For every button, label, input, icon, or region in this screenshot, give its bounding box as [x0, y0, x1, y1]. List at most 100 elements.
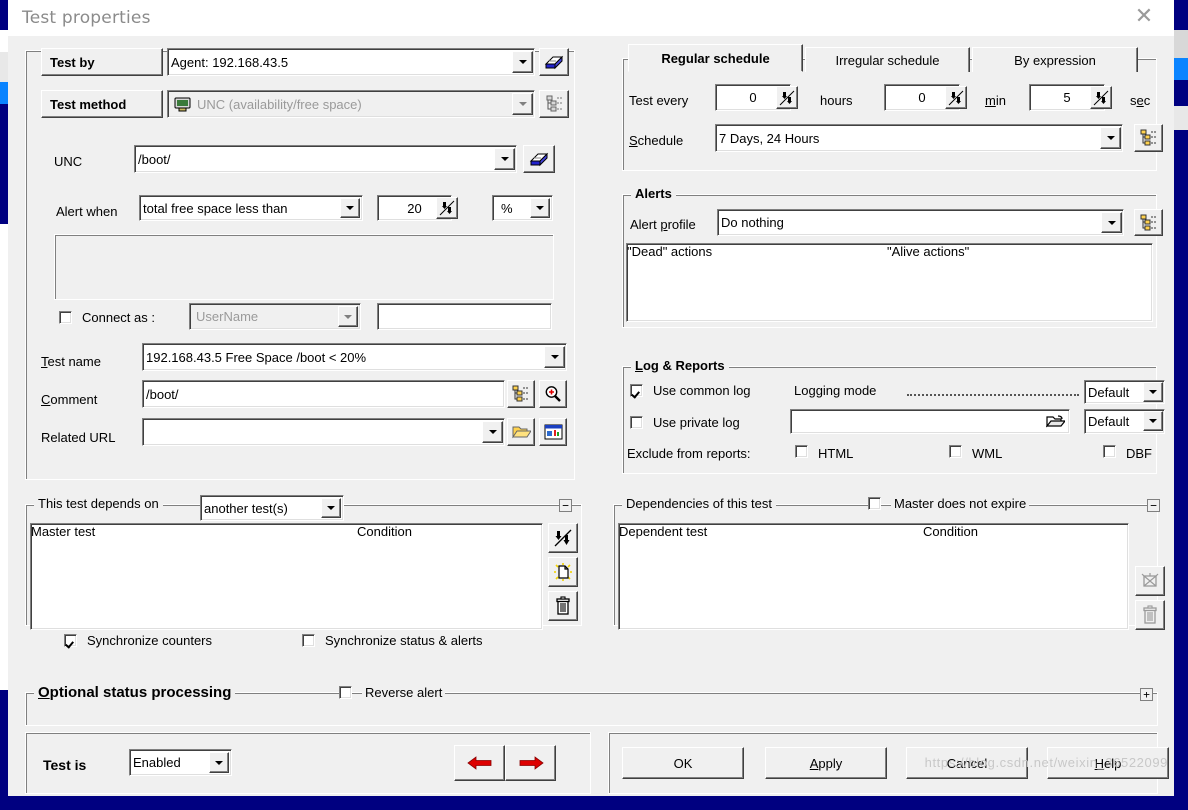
private-log-browse-button[interactable] [1044, 412, 1066, 431]
alert-unit-dropdown-arrow[interactable] [530, 198, 550, 218]
comment-tree-button[interactable] [507, 380, 535, 408]
related-url-combo[interactable] [142, 418, 505, 446]
unc-address-book-button[interactable] [523, 145, 555, 173]
alert-when-condition-value: total free space less than [143, 200, 288, 216]
spinner-updown-icon [1093, 90, 1109, 105]
schedule-tree-button[interactable] [1134, 124, 1163, 152]
logging-mode-dropdown-arrow[interactable] [1143, 382, 1163, 402]
broken-link-icon [1141, 573, 1159, 587]
related-url-report-button[interactable] [539, 418, 567, 446]
optional-status-expand-button[interactable]: + [1140, 688, 1153, 701]
test-every-sec-spinner[interactable] [1090, 86, 1112, 109]
exclude-dbf-checkbox[interactable] [1103, 445, 1116, 458]
dependencies-delete-button [1135, 600, 1165, 630]
private-log-mode-dropdown-arrow[interactable] [1143, 411, 1163, 431]
master-test-column-header[interactable]: Condition [357, 524, 542, 539]
test-by-dropdown-arrow[interactable] [512, 51, 533, 73]
ok-button[interactable]: OK [622, 747, 744, 779]
spinner-updown-icon [439, 200, 455, 216]
related-url-browse-button[interactable] [507, 418, 535, 446]
dependent-test-column-header[interactable]: Condition [923, 524, 1095, 539]
test-every-min-spinner[interactable] [945, 86, 967, 109]
related-url-dropdown-arrow[interactable] [482, 421, 503, 443]
dependencies-collapse-button[interactable]: − [1147, 499, 1160, 512]
background-window-strip [0, 82, 8, 104]
test-is-dropdown-arrow[interactable] [209, 752, 229, 773]
dependent-test-listview[interactable]: Dependent test Condition [618, 523, 1129, 630]
test-by-button[interactable]: Test by [41, 48, 163, 76]
spinner-updown-icon [779, 90, 795, 105]
unc-dropdown-arrow[interactable] [494, 148, 515, 170]
test-by-combo[interactable]: Agent: 192.168.43.5 [167, 48, 535, 76]
use-private-log-checkbox[interactable] [630, 416, 643, 429]
depends-delete-button[interactable] [548, 591, 578, 621]
test-method-value: UNC (availability/free space) [197, 96, 362, 112]
tab-by-expression[interactable]: By expression [972, 47, 1138, 72]
connect-as-password-input[interactable] [377, 303, 552, 330]
depends-on-mode-dropdown-arrow[interactable] [321, 498, 341, 518]
schedule-group [622, 58, 1157, 171]
depends-on-collapse-button[interactable]: − [559, 499, 572, 512]
spinner-updown-icon [948, 90, 964, 105]
dependent-test-column-header[interactable] [1095, 524, 1128, 539]
tab-regular-schedule[interactable]: Regular schedule [628, 44, 803, 72]
previous-test-button[interactable] [454, 745, 505, 781]
alerts-column-header[interactable]: "Dead" actions [627, 244, 887, 259]
comment-input[interactable]: /boot/ [142, 380, 505, 408]
test-by-label: Test by [50, 54, 95, 70]
alerts-column-header[interactable]: "Alive actions" [887, 244, 1122, 259]
alert-when-condition-combo[interactable]: total free space less than [139, 195, 363, 221]
exclude-from-reports-label: Exclude from reports: [627, 446, 751, 461]
close-icon[interactable]: ✕ [1122, 0, 1166, 34]
schedule-combo[interactable]: 7 Days, 24 Hours [715, 124, 1123, 152]
alert-profile-dropdown-arrow[interactable] [1101, 212, 1122, 233]
exclude-html-checkbox[interactable] [795, 445, 808, 458]
alert-profile-label: Alert profile [630, 217, 696, 232]
test-method-tree-button[interactable] [539, 90, 569, 118]
alert-profile-combo[interactable]: Do nothing [717, 209, 1124, 236]
comment-zoom-button[interactable] [539, 380, 567, 408]
alert-profile-tree-button[interactable] [1134, 209, 1163, 236]
background-window-strip [1174, 30, 1188, 58]
private-log-path-input[interactable] [790, 409, 1070, 434]
test-is-value: Enabled [133, 755, 181, 770]
depends-sort-button[interactable] [548, 523, 578, 553]
sort-icon [554, 529, 572, 547]
unc-combo[interactable]: /boot/ [134, 145, 517, 173]
magnifier-plus-icon [545, 386, 561, 402]
tab-label: Irregular schedule [835, 52, 940, 68]
dependencies-group-title: Dependencies of this test [622, 496, 776, 511]
test-by-address-book-button[interactable] [539, 48, 569, 76]
test-name-combo[interactable]: 192.168.43.5 Free Space /boot < 20% [142, 343, 567, 371]
dependent-test-column-header[interactable]: Dependent test [619, 524, 923, 539]
use-common-log-checkbox[interactable] [630, 384, 643, 397]
connect-as-checkbox[interactable] [59, 311, 72, 324]
tab-irregular-schedule[interactable]: Irregular schedule [805, 47, 970, 72]
synchronize-counters-checkbox[interactable] [64, 634, 77, 647]
schedule-dropdown-arrow[interactable] [1100, 127, 1121, 149]
test-name-dropdown-arrow[interactable] [544, 346, 565, 368]
master-test-column-header[interactable]: Master test [31, 524, 357, 539]
alerts-actions-listview[interactable]: "Dead" actions "Alive actions" [626, 243, 1153, 322]
test-method-button[interactable]: Test method [41, 90, 163, 118]
test-method-combo[interactable]: UNC (availability/free space) [167, 90, 535, 118]
alert-unit-value: % [501, 200, 513, 216]
use-common-log-label: Use common log [653, 383, 751, 398]
window-title: Test properties [22, 8, 151, 28]
connect-as-username-combo[interactable]: UserName [189, 303, 361, 330]
exclude-wml-checkbox[interactable] [949, 445, 962, 458]
alert-threshold-spinner[interactable] [436, 197, 458, 219]
test-every-hours-spinner[interactable] [776, 86, 798, 109]
alerts-column-header[interactable] [1122, 244, 1154, 259]
master-test-listview[interactable]: Master test Condition [30, 523, 543, 630]
arrow-right-icon [519, 756, 544, 770]
alert-when-dropdown-arrow[interactable] [340, 198, 360, 218]
reverse-alert-checkbox[interactable] [339, 686, 352, 699]
master-does-not-expire-checkbox[interactable] [868, 497, 881, 510]
synchronize-status-checkbox[interactable] [302, 634, 315, 647]
exclude-wml-label: WML [972, 446, 1003, 461]
depends-new-button[interactable] [548, 557, 578, 587]
next-test-button[interactable] [505, 745, 556, 781]
apply-button[interactable]: Apply [765, 747, 887, 779]
arrow-left-icon [466, 756, 491, 770]
